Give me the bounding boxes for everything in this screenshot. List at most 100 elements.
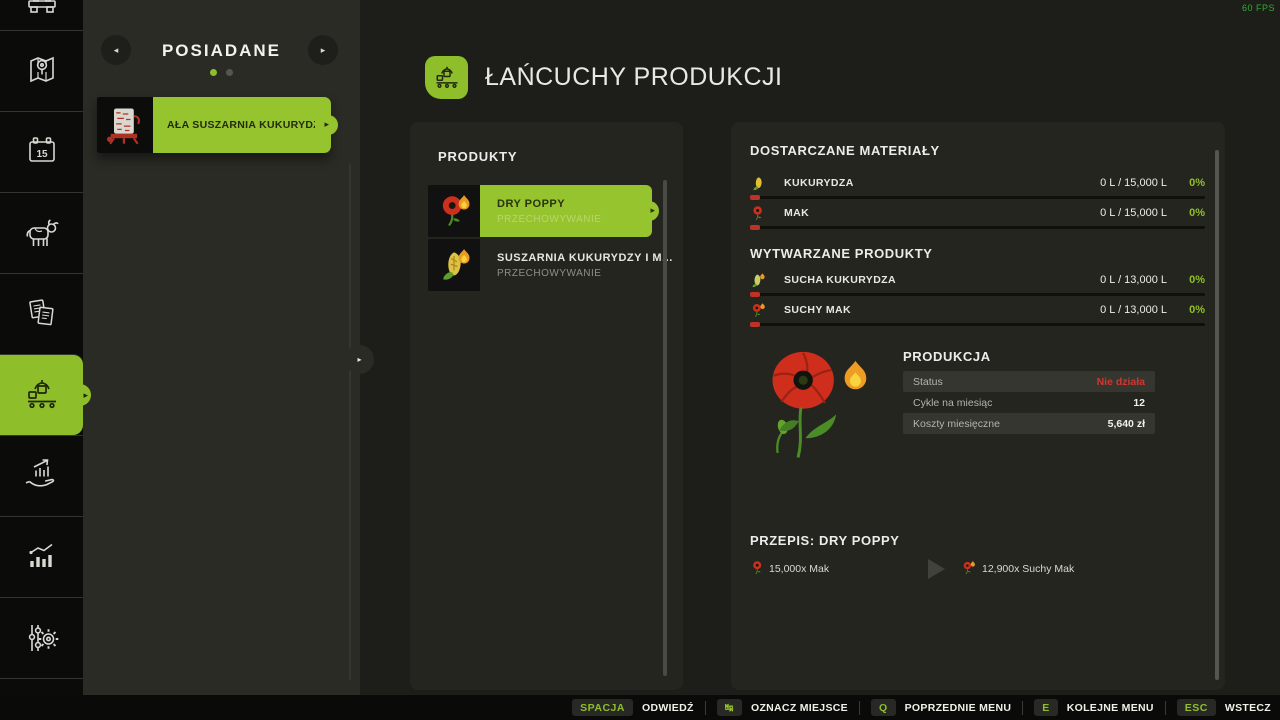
dry-poppy-icon [436,193,472,229]
hint-label: ODWIEDŹ [642,702,694,714]
material-progress-bar [750,226,1205,229]
hint-divider [705,701,706,715]
sidebar-item-statistics[interactable] [0,516,83,597]
material-row-mak: MAK 0 L / 15,000 L 0% [750,203,1205,223]
dry-poppy-icon [750,302,767,319]
material-amount: 0 L / 13,000 L [1100,304,1167,316]
recipe-output-label: 12,900x Suchy Mak [982,563,1074,575]
dry-poppy-icon [961,560,977,576]
material-progress-bar [750,323,1205,326]
cow-icon [22,213,62,253]
product-list-item-suszarnia[interactable]: SUSZARNIA KUKURYDZY I M... PRZECHOWYWANI… [428,239,652,291]
products-list: DRY POPPY PRZECHOWYWANIE ▸ SUSZA [428,185,652,293]
material-name: KUKURYDZA [784,177,854,189]
material-name: MAK [784,207,809,219]
owned-scrollbar[interactable] [349,163,351,680]
owned-next-button[interactable]: ▸ [308,35,338,65]
products-scrollbar[interactable] [663,180,667,676]
hint-visit[interactable]: SPACJA ODWIEDŹ [572,699,694,716]
production-row-label: Status [913,376,943,388]
recipe-input-label: 15,000x Mak [769,563,829,575]
owned-panel: ◂ POSIADANE ▸ AŁA SUSZARNIA KUKURYDZY, ▸ [83,0,360,695]
production-costs-value: 5,640 zł [1108,418,1145,430]
dry-poppy-image [760,345,885,470]
production-row-status: Status Nie działa [903,371,1155,392]
poppy-icon [750,205,767,222]
hint-back[interactable]: ESC WSTECZ [1177,699,1271,716]
dry-corn-icon [750,272,767,289]
owned-item-label: AŁA SUSZARNIA KUKURYDZY, [167,119,315,131]
statistics-icon [22,537,62,577]
hint-divider [1165,701,1166,715]
selected-tab-arrow-icon: ▸ [83,389,88,401]
material-row-kukurydza: KUKURYDZA 0 L / 15,000 L 0% [750,173,1205,193]
material-name: SUCHA KUKURYDZA [784,274,896,286]
production-chains-header-icon [425,56,468,99]
sidebar-item-contracts[interactable] [0,273,83,354]
hint-label: KOLEJNE MENU [1067,702,1154,714]
hint-divider [859,701,860,715]
sidebar-item-calendar[interactable]: 15 [0,111,83,192]
outputs-section-title: WYTWARZANE PRODUKTY [750,246,933,261]
hint-previous-menu[interactable]: Q POPRZEDNIE MENU [871,699,1011,716]
product-item-title: SUSZARNIA KUKURYDZY I M... [497,252,673,264]
keycap-esc: ESC [1177,699,1216,716]
material-percent: 0% [1167,207,1205,219]
panel-expand-handle[interactable]: ▸ [345,345,374,374]
hint-mark-place[interactable]: ↹ OZNACZ MIEJSCE [717,699,848,716]
product-item-arrow-icon: ▸ [650,205,655,216]
material-name: SUCHY MAK [784,304,851,316]
recipe-row: 15,000x Mak 12,900x Suchy Mak [750,558,1205,580]
production-row-label: Cykle na miesiąc [913,397,992,409]
recipe-arrow-icon [928,559,945,579]
page-dot [226,69,233,76]
details-panel: DOSTARCZANE MATERIAŁY KUKURYDZA 0 L / 15… [731,122,1225,690]
material-row-sucha-kukurydza: SUCHA KUKURYDZA 0 L / 13,000 L 0% [750,270,1205,290]
production-cycles-value: 12 [1133,397,1145,409]
owned-list-item[interactable]: AŁA SUSZARNIA KUKURYDZY, ▸ [97,97,330,153]
vehicles-icon [22,0,62,30]
corn-dryer-image [103,103,147,147]
sidebar-item-animals[interactable] [0,192,83,273]
owned-item-label-area: AŁA SUSZARNIA KUKURYDZY, ▸ [153,97,331,153]
page-title: ŁAŃCUCHY PRODUKCJI [485,63,782,92]
product-thumbnail [428,239,480,291]
products-panel-title: PRODUKTY [438,149,517,164]
sidebar-item-settings[interactable] [0,597,83,678]
owned-item-arrow-icon: ▸ [324,119,329,130]
finances-icon [22,456,62,496]
fps-counter: 60 FPS [1242,3,1275,13]
product-item-body: DRY POPPY PRZECHOWYWANIE ▸ [480,185,652,237]
material-progress-bar [750,293,1205,296]
hint-label: POPRZEDNIE MENU [905,702,1012,714]
products-panel: PRODUKTY DRY POPPY PRZECHOWYWANIE ▸ [410,122,683,690]
corn-icon [750,175,767,192]
keycap-space: SPACJA [572,699,633,716]
page-dot-active [210,69,217,76]
details-scrollbar[interactable] [1215,150,1219,680]
production-row-label: Koszty miesięczne [913,418,1000,430]
inputs-section-title: DOSTARCZANE MATERIAŁY [750,143,940,158]
sidebar-item-production-chains[interactable]: ▸ [0,354,83,435]
dry-corn-icon [436,247,472,283]
material-amount: 0 L / 13,000 L [1100,274,1167,286]
recipe-section-title: PRZEPIS: DRY POPPY [750,533,900,548]
material-percent: 0% [1167,177,1205,189]
production-row-costs: Koszty miesięczne 5,640 zł [903,413,1155,434]
hint-next-menu[interactable]: E KOLEJNE MENU [1034,699,1154,716]
map-icon [22,51,62,91]
sidebar-item-map[interactable] [0,30,83,111]
material-progress-bar [750,196,1205,199]
owned-item-thumbnail [97,97,153,153]
owned-page-dots [83,69,360,76]
sidebar-item-vehicles[interactable] [0,0,83,30]
product-list-item-dry-poppy[interactable]: DRY POPPY PRZECHOWYWANIE ▸ [428,185,652,237]
sidebar-item-finances[interactable] [0,435,83,516]
poppy-icon [750,560,766,576]
product-item-subtitle: PRZECHOWYWANIE [497,214,652,225]
bottom-hint-bar: SPACJA ODWIEDŹ ↹ OZNACZ MIEJSCE Q POPRZE… [0,695,1280,720]
product-item-body: SUSZARNIA KUKURYDZY I M... PRZECHOWYWANI… [480,239,673,291]
hint-label: OZNACZ MIEJSCE [751,702,848,714]
hint-divider [1022,701,1023,715]
sidebar: 15 [0,0,83,695]
